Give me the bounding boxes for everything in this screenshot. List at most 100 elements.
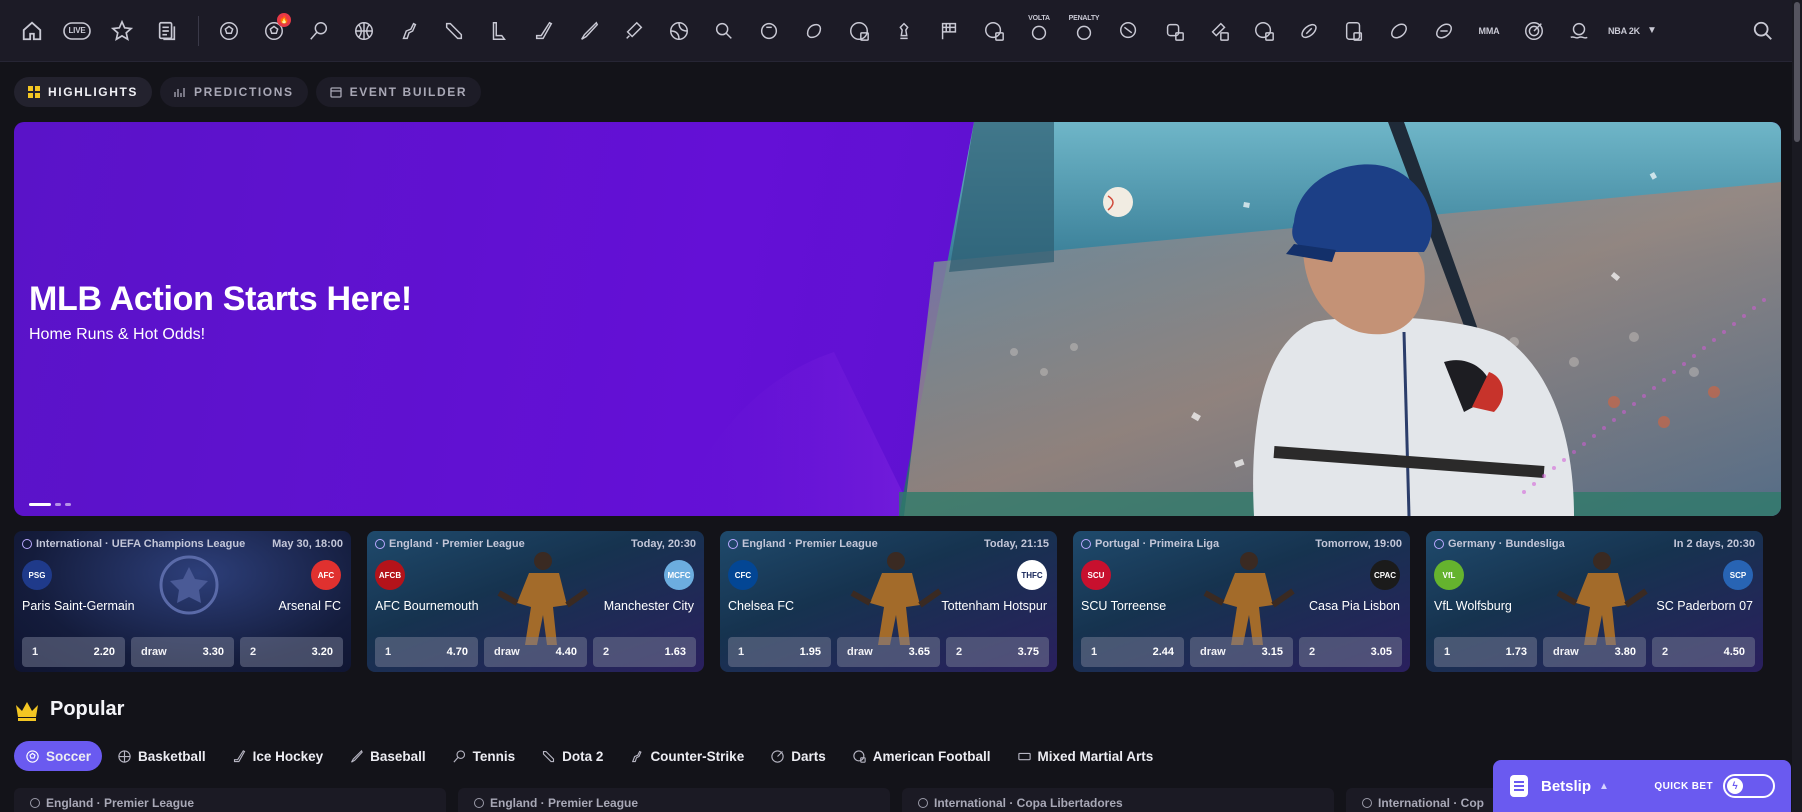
- odds-button[interactable]: 1 1.95: [728, 637, 831, 667]
- motorsport-flag-icon[interactable]: [931, 13, 967, 49]
- match-card[interactable]: International · UEFA Champions League May…: [14, 531, 351, 672]
- odds-button[interactable]: 1 1.73: [1434, 637, 1537, 667]
- chip-label: Mixed Martial Arts: [1037, 748, 1154, 764]
- sport-nav-bar: LIVE 🔥 VOLTA PENALTY MMA NBA 2K ▼: [0, 0, 1792, 62]
- soccer-hot-icon[interactable]: 🔥: [256, 12, 292, 49]
- odds-button[interactable]: 2 4.50: [1652, 637, 1755, 667]
- penalty-icon[interactable]: PENALTY: [1066, 13, 1102, 49]
- darts-icon: [771, 749, 784, 763]
- promo-banner[interactable]: MLB Action Starts Here! Home Runs & Hot …: [14, 122, 1781, 516]
- efifa-icon[interactable]: [1246, 13, 1282, 49]
- betslip-history-icon[interactable]: [149, 13, 185, 49]
- banner-dot[interactable]: [55, 503, 61, 506]
- handball-icon[interactable]: [1111, 13, 1147, 49]
- dota2-icon[interactable]: [436, 13, 472, 49]
- soccer-icon: [375, 539, 385, 549]
- sport-chip-counter-strike[interactable]: Counter-Strike: [618, 741, 755, 771]
- odds-button[interactable]: draw 3.65: [837, 637, 940, 667]
- darts-icon[interactable]: [1516, 13, 1552, 49]
- quick-bet-toggle[interactable]: ϟ: [1723, 774, 1775, 798]
- lightning-icon: ϟ: [1727, 778, 1743, 794]
- odds-button[interactable]: draw 3.15: [1190, 637, 1293, 667]
- tab-highlights[interactable]: HIGHLIGHTS: [14, 77, 152, 107]
- league-header[interactable]: England · Premier League: [14, 788, 446, 812]
- sport-chip-dota2[interactable]: Dota 2: [530, 741, 614, 771]
- away-team-crest: MCFC: [664, 560, 694, 590]
- home-team-crest: AFCB: [375, 560, 405, 590]
- aussie-rules-icon[interactable]: [1381, 13, 1417, 49]
- odds-value: 2.20: [93, 646, 115, 658]
- counter-strike-icon[interactable]: [391, 13, 427, 49]
- page-scrollbar[interactable]: [1792, 0, 1802, 812]
- water-polo-icon[interactable]: [1561, 13, 1597, 49]
- nba2k-icon[interactable]: NBA 2K: [1606, 13, 1642, 49]
- betslip-panel[interactable]: Betslip ▲ QUICK BET ϟ: [1493, 760, 1791, 812]
- scrollbar-thumb[interactable]: [1794, 2, 1800, 142]
- favorites-star-icon[interactable]: [104, 13, 140, 49]
- odds-button[interactable]: 2 3.20: [240, 637, 343, 667]
- volleyball-icon[interactable]: [661, 13, 697, 49]
- chess-icon[interactable]: [886, 13, 922, 49]
- soccer-icon[interactable]: [211, 13, 247, 49]
- banner-dot[interactable]: [65, 503, 71, 506]
- volta-icon[interactable]: VOLTA: [1021, 13, 1057, 49]
- odds-button[interactable]: 1 4.70: [375, 637, 478, 667]
- chip-label: Ice Hockey: [252, 748, 324, 764]
- sport-chip-tennis[interactable]: Tennis: [441, 741, 527, 771]
- table-tennis-icon[interactable]: [706, 13, 742, 49]
- sport-chip-ice-hockey[interactable]: Ice Hockey: [221, 741, 335, 771]
- sport-chip-mma[interactable]: Mixed Martial Arts: [1006, 741, 1165, 771]
- ebasketball-icon[interactable]: [976, 13, 1012, 49]
- odds-button[interactable]: draw 3.30: [131, 637, 234, 667]
- match-card[interactable]: Portugal · Primeira Liga Tomorrow, 19:00 S…: [1073, 531, 1410, 672]
- esoccer-icon[interactable]: [841, 13, 877, 49]
- sport-chip-soccer[interactable]: Soccer: [14, 741, 103, 771]
- live-icon[interactable]: LIVE: [59, 13, 95, 49]
- golf-icon[interactable]: [751, 13, 787, 49]
- home-team-name: Chelsea FC: [728, 599, 794, 613]
- rugby-league-icon[interactable]: [1426, 13, 1462, 49]
- match-card[interactable]: England · Premier League Today, 20:30 AFCB…: [367, 531, 704, 672]
- fire-icon: 🔥: [277, 12, 291, 27]
- odds-button[interactable]: 1 2.44: [1081, 637, 1184, 667]
- chevron-down-icon[interactable]: ▼: [1647, 25, 1657, 36]
- match-time: Tomorrow, 19:00: [1315, 538, 1402, 550]
- league-of-legends-icon[interactable]: [481, 13, 517, 49]
- banner-dot-active[interactable]: [29, 503, 51, 506]
- tab-predictions[interactable]: PREDICTIONS: [160, 77, 308, 107]
- odds-button[interactable]: 1 2.20: [22, 637, 125, 667]
- home-team-name: SCU Torreense: [1081, 599, 1167, 613]
- tennis-icon[interactable]: [301, 13, 337, 49]
- tab-event-builder[interactable]: EVENT BUILDER: [315, 77, 482, 107]
- baseball-icon[interactable]: [571, 13, 607, 49]
- sport-chip-basketball[interactable]: Basketball: [106, 741, 217, 771]
- sport-chip-american-football[interactable]: American Football: [841, 741, 1002, 771]
- league-name: International · Cop: [1378, 796, 1484, 810]
- betslip-label: Betslip: [1541, 777, 1592, 795]
- search-icon[interactable]: [1748, 16, 1778, 46]
- odds-button[interactable]: 2 1.63: [593, 637, 696, 667]
- mma-icon[interactable]: MMA: [1471, 13, 1507, 49]
- match-card[interactable]: England · Premier League Today, 21:15 CFC T…: [720, 531, 1057, 672]
- sport-chip-baseball[interactable]: Baseball: [338, 741, 437, 771]
- sport-chip-darts[interactable]: Darts: [759, 741, 837, 771]
- boxing-icon[interactable]: [1156, 13, 1192, 49]
- league-header[interactable]: International · Copa Libertadores: [902, 788, 1334, 812]
- event-builder-icon: [329, 87, 342, 98]
- basketball-icon[interactable]: [346, 13, 382, 49]
- odds-button[interactable]: draw 3.80: [1543, 637, 1646, 667]
- odds-button[interactable]: 2 3.05: [1299, 637, 1402, 667]
- ecricket-icon[interactable]: [1201, 13, 1237, 49]
- match-card[interactable]: Germany · Bundesliga In 2 days, 20:30 VfL S…: [1426, 531, 1763, 672]
- chevron-up-icon[interactable]: ▲: [1599, 781, 1609, 792]
- american-football-icon[interactable]: [1291, 13, 1327, 49]
- rugby-icon[interactable]: [796, 13, 832, 49]
- ehockey-icon[interactable]: [1336, 13, 1372, 49]
- league-header[interactable]: England · Premier League: [458, 788, 890, 812]
- odds-button[interactable]: draw 4.40: [484, 637, 587, 667]
- cricket-icon[interactable]: [616, 13, 652, 49]
- odds-button[interactable]: 2 3.75: [946, 637, 1049, 667]
- away-team-name: Arsenal FC: [278, 599, 341, 613]
- ice-hockey-icon[interactable]: [526, 13, 562, 49]
- home-icon[interactable]: [14, 13, 50, 49]
